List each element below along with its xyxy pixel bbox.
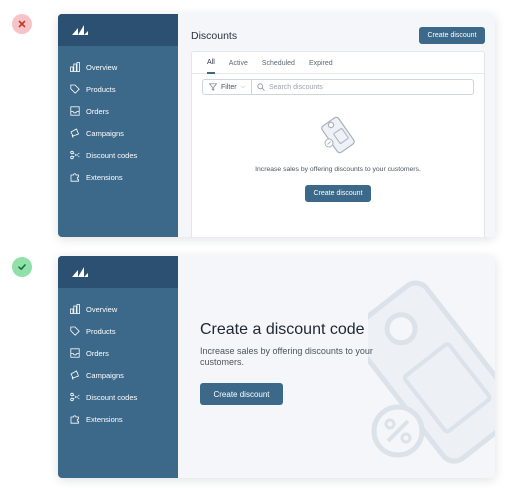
- scissors-icon: [70, 392, 80, 402]
- sidebar-item-label: Extensions: [86, 414, 123, 424]
- good-example-badge: [12, 257, 32, 277]
- tab-scheduled[interactable]: Scheduled: [262, 52, 295, 74]
- filter-label: Filter: [221, 83, 237, 91]
- discount-tag-illustration: [321, 116, 355, 154]
- x-icon: [18, 20, 26, 28]
- sidebar-item-overview[interactable]: Overview: [58, 56, 178, 78]
- sidebar-item-label: Products: [86, 84, 116, 94]
- empty-state-create-discount-button[interactable]: Create discount: [305, 185, 371, 202]
- sidebar-item-campaigns[interactable]: Campaigns: [58, 364, 178, 386]
- good-example-card: Overview Products Orders Campaigns Disco…: [58, 256, 495, 478]
- main-content: Create a discount code Increase sales by…: [178, 256, 495, 478]
- sidebar-logo[interactable]: [58, 14, 178, 46]
- sidebar-item-label: Campaigns: [86, 128, 124, 138]
- check-icon: [18, 264, 26, 270]
- filter-button[interactable]: Filter ⌵: [202, 79, 252, 95]
- tab-bar: All Active Scheduled Expired: [192, 52, 484, 74]
- puzzle-icon: [70, 415, 79, 424]
- sidebar: Overview Products Orders Campaigns Disco…: [58, 14, 178, 237]
- tab-active[interactable]: Active: [229, 52, 248, 74]
- sidebar-item-orders[interactable]: Orders: [58, 342, 178, 364]
- filter-row: Filter ⌵ Search discounts: [202, 79, 474, 95]
- search-input[interactable]: Search discounts: [252, 79, 474, 95]
- sidebar-item-label: Overview: [86, 304, 118, 314]
- bad-example-badge: [12, 14, 32, 34]
- sidebar-item-products[interactable]: Products: [58, 78, 178, 100]
- hero-title: Create a discount code: [200, 321, 365, 338]
- sidebar-item-discount-codes[interactable]: Discount codes: [58, 144, 178, 166]
- sidebar-item-label: Extensions: [86, 172, 123, 182]
- hero-description: Increase sales by offering discounts to …: [200, 346, 373, 367]
- sidebar-item-extensions[interactable]: Extensions: [58, 166, 178, 188]
- main-content: Discounts Create discount All Active Sch…: [178, 14, 495, 237]
- filter-icon: [209, 83, 217, 91]
- sidebar-item-label: Orders: [86, 106, 109, 116]
- tab-expired[interactable]: Expired: [309, 52, 333, 74]
- inbox-icon: [70, 348, 80, 358]
- bad-example-card: Overview Products Orders Campaigns Disco…: [58, 14, 495, 237]
- sidebar: Overview Products Orders Campaigns Disco…: [58, 256, 178, 478]
- chevron-down-icon: ⌵: [240, 83, 246, 90]
- tag-icon: [70, 326, 80, 336]
- sidebar-item-label: Discount codes: [86, 150, 138, 160]
- sidebar-item-products[interactable]: Products: [58, 320, 178, 342]
- sidebar-item-discount-codes[interactable]: Discount codes: [58, 386, 178, 408]
- sidebar-item-label: Discount codes: [86, 392, 138, 402]
- page-title: Discounts: [191, 30, 238, 42]
- search-icon: [257, 83, 265, 91]
- scissors-icon: [70, 150, 80, 160]
- sidebar-item-label: Products: [86, 326, 116, 336]
- logo-icon: [72, 267, 88, 277]
- sidebar-item-label: Overview: [86, 62, 118, 72]
- inbox-icon: [70, 106, 80, 116]
- sidebar-item-orders[interactable]: Orders: [58, 100, 178, 122]
- megaphone-icon: [70, 128, 80, 138]
- sidebar-item-overview[interactable]: Overview: [58, 298, 178, 320]
- puzzle-icon: [70, 173, 79, 182]
- discount-tag-illustration: [368, 280, 495, 464]
- sidebar-item-label: Campaigns: [86, 370, 124, 380]
- chart-icon: [70, 304, 80, 314]
- chart-icon: [70, 62, 80, 72]
- tab-all[interactable]: All: [207, 52, 215, 74]
- create-discount-button[interactable]: Create discount: [200, 383, 283, 405]
- sidebar-logo[interactable]: [58, 256, 178, 288]
- sidebar-item-campaigns[interactable]: Campaigns: [58, 122, 178, 144]
- sidebar-item-extensions[interactable]: Extensions: [58, 408, 178, 430]
- create-discount-button[interactable]: Create discount: [419, 27, 485, 44]
- empty-state-text: Increase sales by offering discounts to …: [255, 166, 421, 173]
- search-placeholder: Search discounts: [269, 83, 323, 91]
- tag-icon: [70, 84, 80, 94]
- logo-icon: [72, 25, 88, 35]
- discounts-panel: All Active Scheduled Expired Filter ⌵ Se…: [191, 51, 485, 237]
- megaphone-icon: [70, 370, 80, 380]
- sidebar-item-label: Orders: [86, 348, 109, 358]
